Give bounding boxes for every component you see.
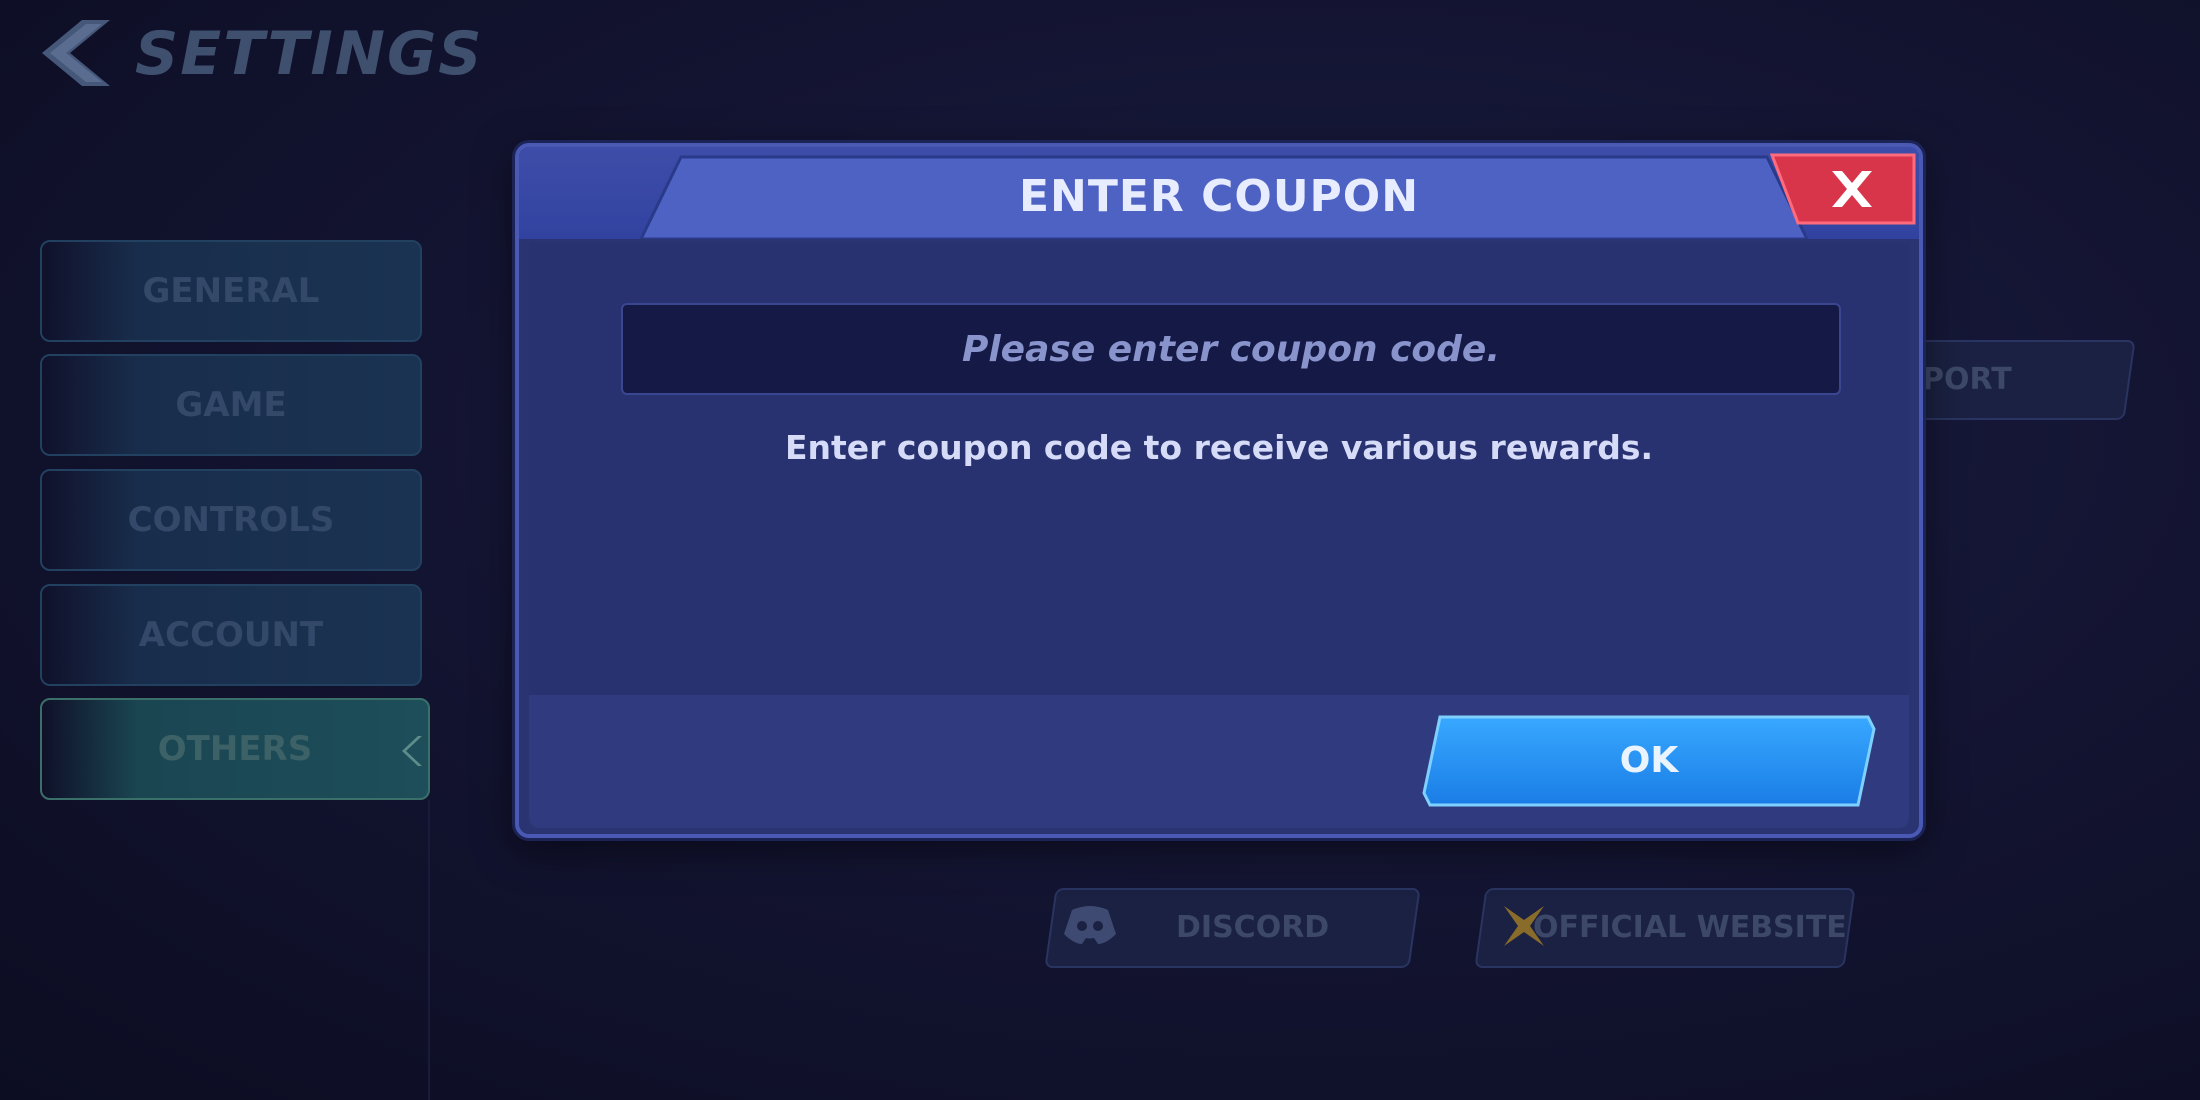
sidebar-item-others[interactable]: OTHERS <box>40 698 430 800</box>
sidebar-item-label: CONTROLS <box>127 500 335 540</box>
dialog-body: Enter coupon code to receive various rew… <box>529 243 1909 695</box>
support-button[interactable]: PORT <box>1894 340 2136 420</box>
close-button[interactable] <box>1768 153 1918 225</box>
support-button-label: PORT <box>1922 362 2012 397</box>
sidebar-item-account[interactable]: ACCOUNT <box>40 584 422 686</box>
star-icon <box>1504 906 1544 946</box>
coupon-hint-text: Enter coupon code to receive various rew… <box>784 428 1654 467</box>
sidebar-item-game[interactable]: GAME <box>40 354 422 456</box>
ok-button[interactable]: OK <box>1422 715 1876 807</box>
discord-button-label: DISCORD <box>1175 910 1330 945</box>
sidebar-item-general[interactable]: GENERAL <box>40 240 422 342</box>
sidebar-item-controls[interactable]: CONTROLS <box>40 469 422 571</box>
sidebar-item-label: ACCOUNT <box>138 615 324 655</box>
discord-icon <box>1064 906 1116 944</box>
active-indicator-icon <box>402 736 422 766</box>
sidebar-item-label: GAME <box>175 385 287 425</box>
page-title: SETTINGS <box>135 19 484 89</box>
dialog-title: ENTER COUPON <box>1018 171 1420 222</box>
sidebar-item-label: OTHERS <box>157 729 313 769</box>
coupon-dialog: ENTER COUPON Enter coupon code to receiv… <box>515 143 1923 838</box>
official-website-button-label: OFFICIAL WEBSITE <box>1533 910 1847 945</box>
sidebar-item-label: GENERAL <box>142 271 320 311</box>
ok-button-label: OK <box>1619 740 1679 781</box>
back-chevron-icon[interactable] <box>36 18 112 88</box>
coupon-code-input[interactable] <box>621 303 1841 395</box>
sidebar-divider <box>428 800 430 1100</box>
